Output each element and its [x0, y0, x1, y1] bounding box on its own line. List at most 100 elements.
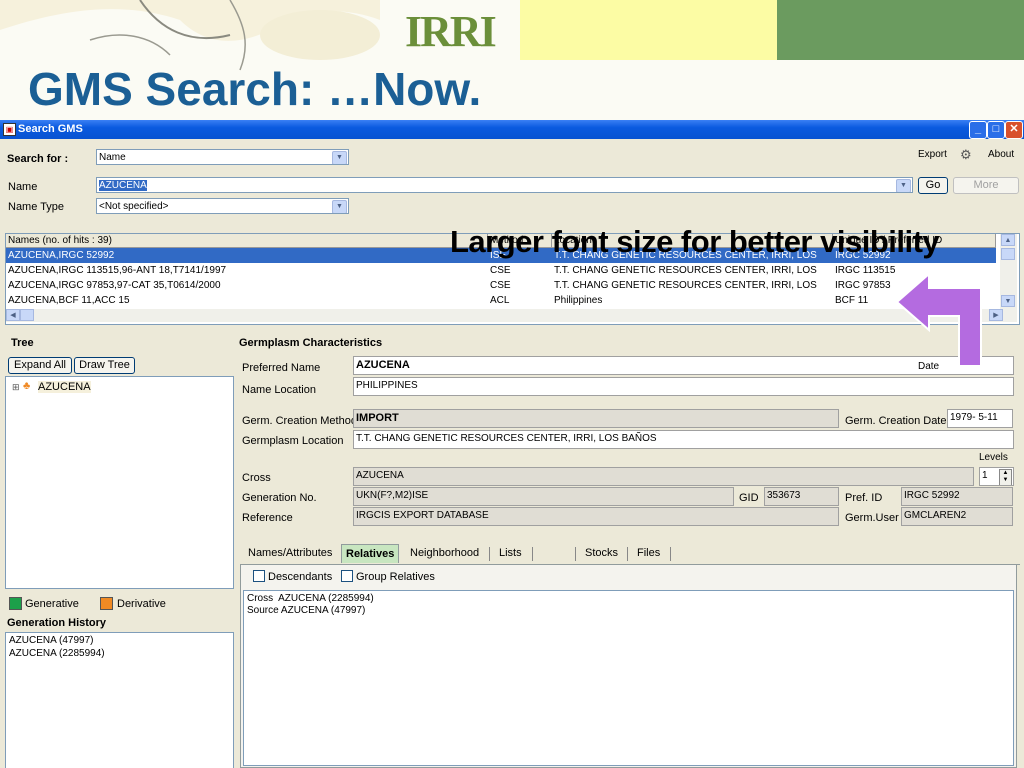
pref-id-field: IRGC 52992	[901, 487, 1013, 506]
app-icon: ▣	[3, 123, 16, 136]
generation-no-label: Generation No.	[242, 492, 317, 504]
germplasm-panel-title: Germplasm Characteristics	[239, 337, 383, 349]
tab-blank[interactable]	[540, 544, 570, 562]
more-button[interactable]: More	[953, 177, 1019, 194]
tree-view[interactable]: ⊞ ♣ AZUCENA	[5, 376, 234, 589]
germplasm-node-icon: ♣	[23, 380, 31, 392]
relatives-tab-panel: Descendants Group Relatives Cross AZUCEN…	[240, 565, 1017, 768]
scroll-thumb[interactable]	[20, 309, 34, 321]
tab-stocks[interactable]: Stocks	[585, 544, 618, 562]
list-item[interactable]: Cross AZUCENA (2285994)	[247, 593, 374, 604]
draw-tree-button[interactable]: Draw Tree	[74, 357, 135, 374]
name-input[interactable]: AZUCENA ▼	[96, 177, 913, 193]
window-titlebar: ▣ Search GMS _ □ ✕	[0, 120, 1024, 139]
gid-field: 353673	[764, 487, 839, 506]
go-button[interactable]: Go	[918, 177, 948, 194]
descendants-checkbox[interactable]: Descendants	[253, 570, 332, 583]
name-type-select[interactable]: <Not specified> ▼	[96, 198, 349, 214]
scroll-thumb[interactable]	[1001, 248, 1015, 260]
callout-arrow-icon	[895, 271, 982, 367]
cell-name: AZUCENA,BCF 11,ACC 15	[8, 295, 130, 306]
tab-lists[interactable]: Lists	[499, 544, 522, 562]
horizontal-scrollbar[interactable]: ◀ ▶	[6, 309, 1017, 322]
irri-logo: IRRI	[405, 7, 497, 56]
cell-name: AZUCENA,IRGC 113515,96-ANT 18,T7141/1997	[8, 265, 227, 276]
tab-neighborhood[interactable]: Neighborhood	[410, 544, 479, 562]
creation-date-label: Germ. Creation Date	[845, 415, 947, 427]
gid-label: GID	[739, 492, 759, 504]
creation-method-field: IMPORT	[353, 409, 839, 428]
table-row[interactable]: AZUCENA,IRGC 113515,96-ANT 18,T7141/1997…	[6, 263, 996, 278]
pref-id-label: Pref. ID	[845, 492, 883, 504]
generative-legend-label: Generative	[25, 598, 79, 610]
slide-title: GMS Search: …Now.	[28, 63, 482, 115]
cell-method: ACL	[490, 295, 510, 306]
list-item[interactable]: AZUCENA (2285994)	[9, 648, 105, 659]
cross-field: AZUCENA	[353, 467, 974, 486]
cell-name: AZUCENA,IRGC 52992	[8, 250, 115, 261]
callout-text: Larger font size for better visibility	[450, 224, 940, 259]
creation-method-label: Germ. Creation Method	[242, 415, 357, 427]
list-item[interactable]: Source AZUCENA (47997)	[247, 605, 365, 616]
germplasm-location-field: T.T. CHANG GENETIC RESOURCES CENTER, IRR…	[353, 430, 1014, 449]
levels-label: Levels	[979, 452, 1008, 463]
about-link[interactable]: About	[988, 149, 1014, 160]
cell-location: T.T. CHANG GENETIC RESOURCES CENTER, IRR…	[554, 280, 817, 291]
tab-strip: Names/Attributes Relatives Neighborhood …	[240, 544, 1020, 565]
slide-header: IRRI GMS Search: …Now.	[0, 0, 1024, 120]
column-header-names[interactable]: Names (no. of hits : 39)	[6, 234, 488, 248]
tab-divider	[670, 547, 671, 561]
descendants-label: Descendants	[268, 571, 333, 583]
spinner-arrows-icon[interactable]: ▲ ▼	[999, 469, 1012, 485]
tree-node-azucena[interactable]: AZUCENA	[38, 381, 91, 393]
cell-location: T.T. CHANG GENETIC RESOURCES CENTER, IRR…	[554, 265, 817, 276]
tab-names-attributes[interactable]: Names/Attributes	[248, 544, 332, 562]
cross-label: Cross	[242, 472, 271, 484]
levels-spinner[interactable]: 1 ▲ ▼	[979, 467, 1014, 486]
gear-icon[interactable]: ⚙	[960, 147, 972, 163]
tab-relatives[interactable]: Relatives	[341, 544, 400, 563]
export-link[interactable]: Export	[918, 149, 947, 160]
generative-legend-swatch	[9, 597, 22, 610]
name-type-label: Name Type	[8, 201, 65, 213]
preferred-name-label: Preferred Name	[242, 362, 321, 374]
close-button[interactable]: ✕	[1005, 121, 1023, 139]
maximize-button[interactable]: □	[987, 121, 1005, 139]
cell-method: CSE	[490, 280, 511, 291]
tab-divider	[489, 547, 490, 561]
search-for-select[interactable]: Name ▼	[96, 149, 349, 165]
chevron-down-icon: ▼	[332, 200, 347, 213]
germ-user-label: Germ.User	[845, 512, 899, 524]
relatives-list[interactable]: Cross AZUCENA (2285994) Source AZUCENA (…	[243, 590, 1014, 766]
table-row[interactable]: AZUCENA,IRGC 97853,97-CAT 35,T0614/2000 …	[6, 278, 996, 293]
derivative-legend-swatch	[100, 597, 113, 610]
minimize-button[interactable]: _	[969, 121, 987, 139]
tab-divider	[532, 547, 533, 561]
search-gms-window: ▣ Search GMS _ □ ✕ Search for : Name ▼ E…	[0, 120, 1024, 768]
name-type-value: <Not specified>	[99, 201, 169, 212]
cell-location: Philippines	[554, 295, 603, 306]
chevron-down-icon: ▼	[332, 151, 347, 164]
scroll-left-icon[interactable]: ◀	[6, 309, 20, 321]
table-row[interactable]: AZUCENA,BCF 11,ACC 15 ACL Philippines BC…	[6, 293, 996, 308]
tab-files[interactable]: Files	[637, 544, 660, 562]
generation-history-list[interactable]: AZUCENA (47997) AZUCENA (2285994)	[5, 632, 234, 768]
name-input-value: AZUCENA	[99, 180, 147, 191]
derivative-legend-label: Derivative	[117, 598, 166, 610]
group-relatives-checkbox[interactable]: Group Relatives	[341, 570, 435, 583]
scroll-up-icon[interactable]: ▲	[1001, 234, 1015, 246]
expand-plus-icon[interactable]: ⊞	[12, 382, 20, 393]
green-accent-block	[777, 0, 1024, 60]
cell-name: AZUCENA,IRGC 97853,97-CAT 35,T0614/2000	[8, 280, 221, 291]
expand-all-button[interactable]: Expand All	[8, 357, 72, 374]
vertical-scrollbar[interactable]: ▲ ▼	[1000, 234, 1017, 309]
scroll-down-icon[interactable]: ▼	[1001, 295, 1015, 307]
scroll-right-icon[interactable]: ▶	[989, 309, 1003, 321]
tab-divider	[575, 547, 576, 561]
levels-value: 1	[982, 470, 988, 481]
generation-no-field: UKN(F?,M2)ISE	[353, 487, 734, 506]
reference-label: Reference	[242, 512, 293, 524]
reference-field: IRGCIS EXPORT DATABASE	[353, 507, 839, 526]
list-item[interactable]: AZUCENA (47997)	[9, 635, 93, 646]
cell-method: CSE	[490, 265, 511, 276]
